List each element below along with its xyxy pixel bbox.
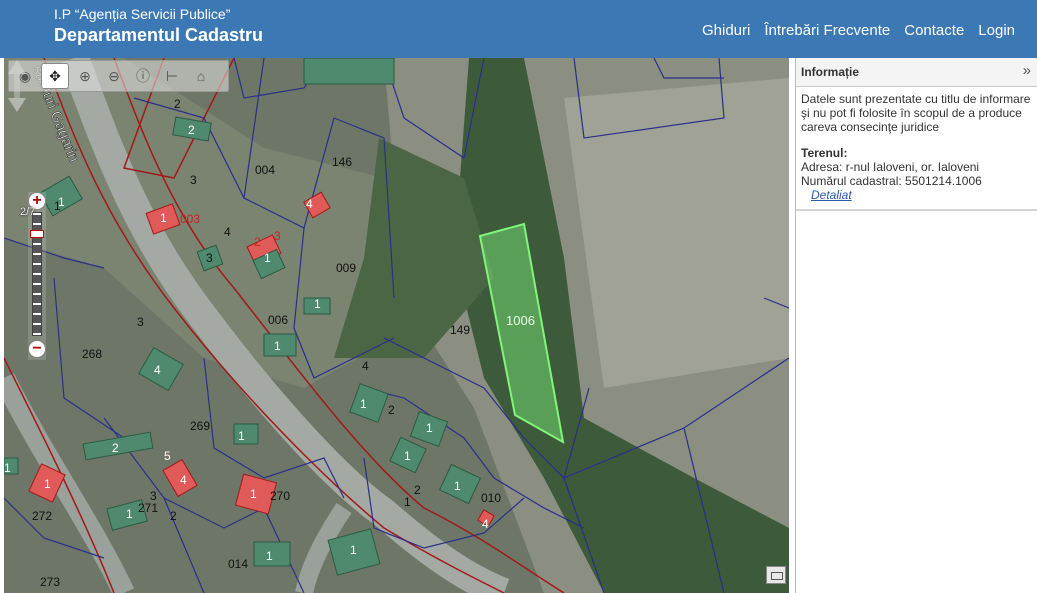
parcel-label: 149 [450, 323, 470, 337]
parcel-section-title: Terenul: [801, 146, 848, 160]
parcel-label: 014 [228, 557, 248, 571]
building-label: 1 [4, 461, 11, 475]
parcel-label: 269 [190, 419, 210, 433]
zoom-level: 2/7 [20, 206, 36, 218]
building-label: 3 [274, 229, 281, 243]
pan-down-icon[interactable] [8, 98, 26, 112]
building-label: 1 [426, 421, 433, 435]
organization-name: I.P “Agenția Servicii Publice” [54, 6, 231, 22]
overview-map-icon[interactable] [766, 566, 786, 584]
building-label: 1 [360, 397, 367, 411]
zoom-in-icon[interactable]: ⊕ [72, 64, 98, 88]
building-label: 2 [188, 123, 195, 137]
building-label: 2 [388, 403, 395, 417]
parcel-address: Adresa: r-nul Ialoveni, or. Ialoveni [801, 160, 980, 174]
parcel-label: 271 [138, 501, 158, 515]
building-label: 4 [482, 517, 489, 531]
pan-arrows[interactable] [4, 58, 30, 114]
map-toolbar: ◉ ✥ ⊕ ⊖ ⓘ ⊢ ⌂ [8, 60, 229, 92]
info-header: Informație » [796, 58, 1037, 87]
building-label: 4 [362, 359, 369, 373]
zoom-out-icon[interactable]: ⊖ [101, 64, 127, 88]
parcel-label: 009 [336, 261, 356, 275]
nav-login[interactable]: Login [978, 22, 1015, 39]
top-nav: Ghiduri Întrebări Frecvente Contacte Log… [702, 22, 1015, 39]
info-body: Datele sunt prezentate cu titlu de infor… [796, 87, 1037, 211]
info-title: Informație [801, 65, 860, 79]
building-label: 2 [170, 509, 177, 523]
building-label: 4 [180, 473, 187, 487]
parcel-label: 3 [137, 315, 144, 329]
building-label: 1 [274, 339, 281, 353]
building-label: 1 [350, 543, 357, 557]
building-label: 4 [154, 363, 161, 377]
cadastral-map[interactable]: 004 146 003 009 006 268 149 269 270 010 … [4, 58, 789, 593]
building-label: 1 [264, 251, 271, 265]
details-link[interactable]: Detaliat [811, 188, 852, 202]
building-label: 1 [126, 507, 133, 521]
parcel-label: 146 [332, 155, 352, 169]
parcel-label: 4 [224, 225, 231, 239]
site-header: I.P “Agenția Servicii Publice” Departame… [0, 0, 1037, 58]
building-label: 1 [404, 495, 411, 509]
building-label: 3 [150, 489, 157, 503]
building-label: 1 [58, 195, 65, 209]
zoom-minus-icon[interactable]: − [28, 340, 46, 358]
building-label: 1 [266, 549, 273, 563]
building-label: 1 [44, 477, 51, 491]
pan-bar [14, 74, 20, 98]
pan-up-icon[interactable] [8, 60, 26, 74]
building-label: 3 [190, 173, 197, 187]
parcel-label: 268 [82, 347, 102, 361]
cadastral-number: Numărul cadastral: 5501214.1006 [801, 174, 982, 188]
nav-guides[interactable]: Ghiduri [702, 22, 750, 39]
building-label: 2 [414, 483, 421, 497]
building-label: 2 [112, 441, 119, 455]
parcel-label: 006 [268, 313, 288, 327]
info-icon[interactable]: ⓘ [130, 64, 156, 88]
nav-faq[interactable]: Întrebări Frecvente [764, 22, 890, 39]
pan-icon[interactable]: ✥ [41, 63, 69, 89]
parcel-label: 004 [255, 163, 275, 177]
department-title[interactable]: Departamentul Cadastru [54, 25, 263, 46]
selected-parcel-label: 1006 [506, 313, 535, 328]
collapse-icon[interactable]: » [1023, 62, 1031, 79]
building-label: 3 [206, 251, 213, 265]
building-label: 1 [454, 479, 461, 493]
parcel-label: 270 [270, 489, 290, 503]
zoom-handle[interactable] [30, 230, 44, 238]
building-label: 1 [238, 429, 245, 443]
parcel-label: 272 [32, 509, 52, 523]
info-panel: Informație » Datele sunt prezentate cu t… [795, 58, 1037, 593]
parcel-label: 003 [180, 212, 200, 226]
parcel-label: 273 [40, 575, 60, 589]
building-label: 2 [254, 235, 261, 249]
building-label: 5 [164, 449, 171, 463]
building-label: 1 [160, 211, 167, 225]
building-label: 1 [250, 487, 257, 501]
home-icon[interactable]: ⌂ [188, 64, 214, 88]
map-canvas[interactable]: 004 146 003 009 006 268 149 269 270 010 … [4, 58, 789, 593]
measure-icon[interactable]: ⊢ [159, 64, 185, 88]
parcel-label: 010 [481, 491, 501, 505]
parcel-label: 2 [174, 97, 181, 111]
building-label: 4 [306, 197, 313, 211]
building-label: 1 [314, 297, 321, 311]
legal-notice: Datele sunt prezentate cu titlu de infor… [801, 92, 1031, 134]
nav-contacts[interactable]: Contacte [904, 22, 964, 39]
building[interactable] [303, 58, 395, 85]
building-label: 1 [404, 449, 411, 463]
